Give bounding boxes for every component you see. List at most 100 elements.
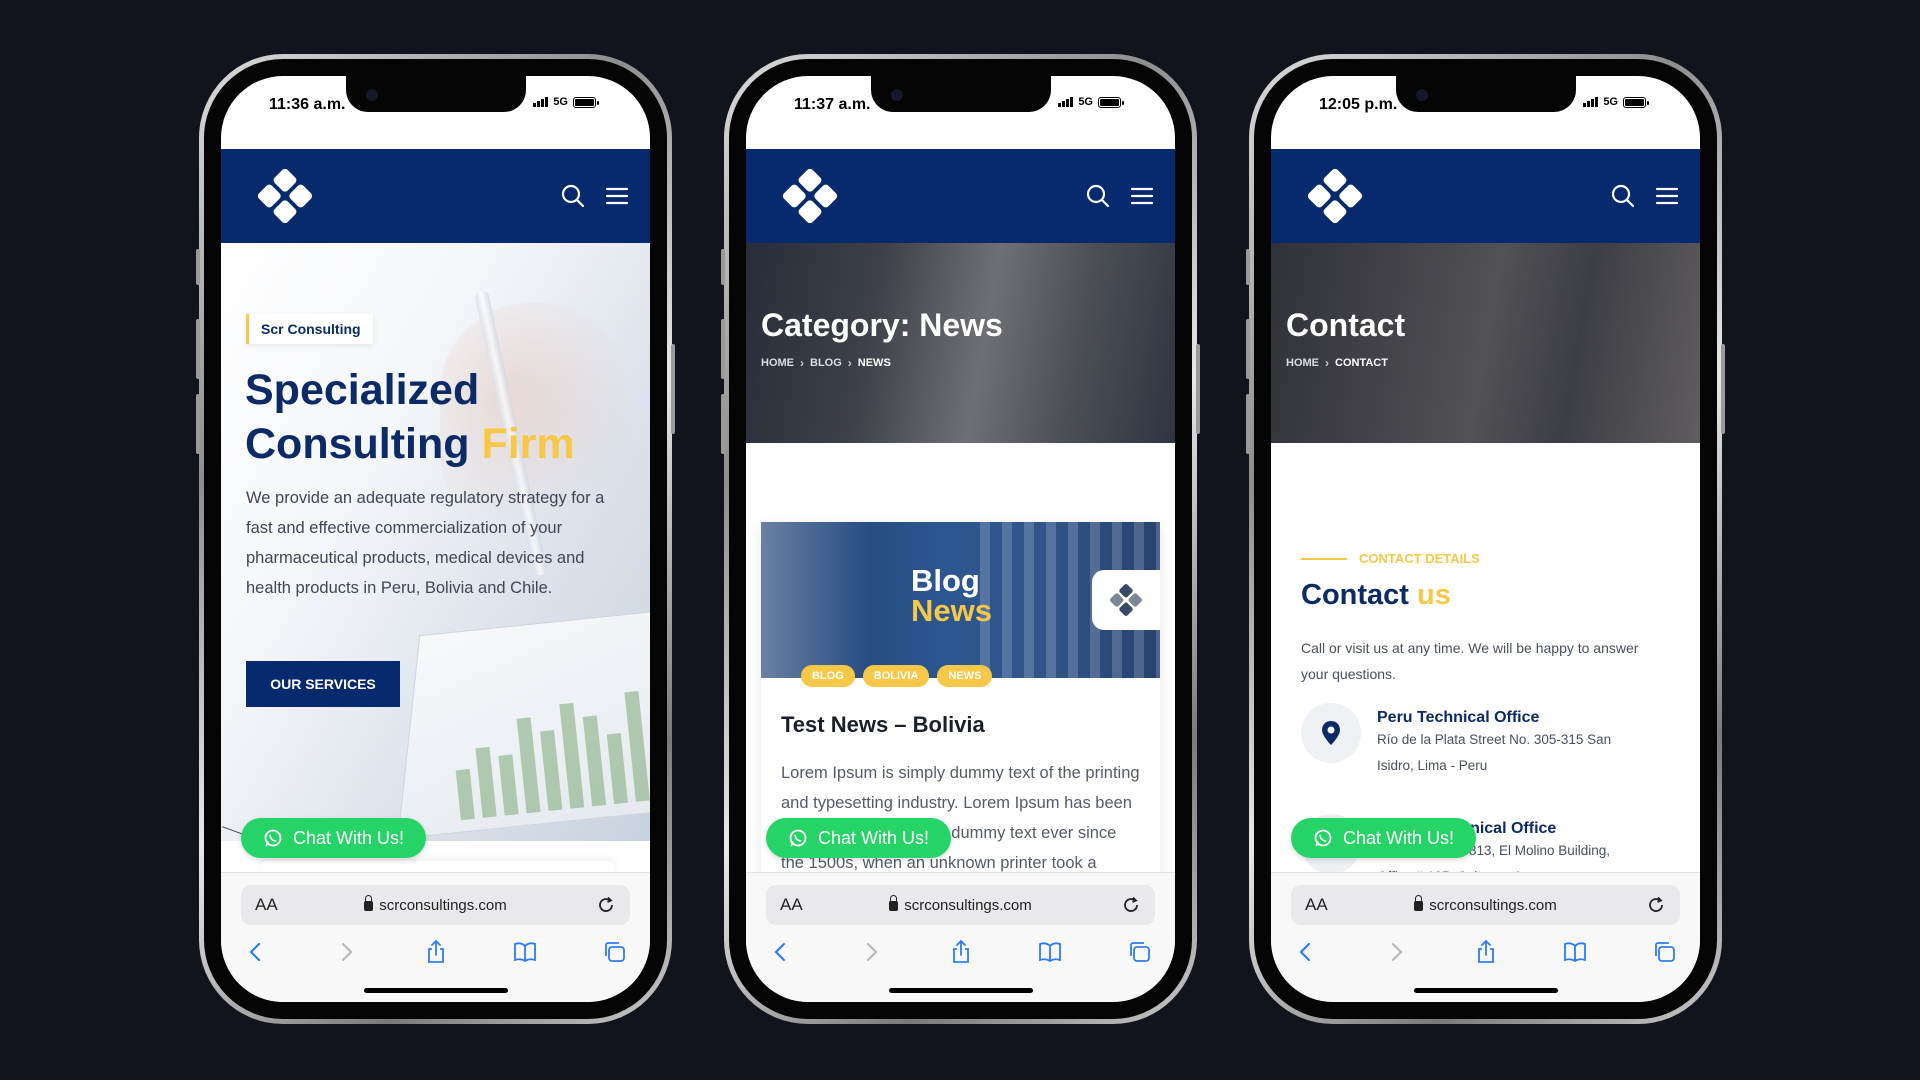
share-icon[interactable]: [948, 939, 974, 965]
safari-toolbar: AA scrconsultings.com: [1271, 872, 1700, 1002]
phone-screen: 12:05 p.m. 5G Contact HOME › CONTACT CON…: [1271, 76, 1700, 1002]
office-name: Peru Technical Office: [1377, 709, 1540, 726]
bookmarks-icon[interactable]: [1037, 939, 1063, 965]
hero-title-line2: Consulting: [245, 420, 470, 468]
back-icon[interactable]: [243, 939, 269, 965]
tag-bolivia[interactable]: BOLIVIA: [862, 665, 930, 687]
address-bar[interactable]: AA scrconsultings.com: [766, 885, 1155, 925]
search-icon[interactable]: [560, 183, 586, 209]
post-tags: BLOG BOLIVIA NEWS: [801, 665, 993, 687]
contact-title-main: Contact: [1301, 579, 1409, 611]
front-camera: [1415, 89, 1428, 101]
breadcrumb-blog[interactable]: BLOG: [810, 357, 842, 369]
home-indicator: [1413, 988, 1558, 993]
breadcrumb-current: CONTACT: [1335, 357, 1388, 369]
page-title: Category: News: [761, 307, 1003, 343]
reload-icon[interactable]: [1121, 895, 1141, 915]
whatsapp-chat-button[interactable]: Chat With Us!: [766, 818, 952, 858]
volume-up-button: [721, 319, 725, 379]
brand-logo-icon[interactable]: [1306, 167, 1364, 225]
status-time: 12:05 p.m.: [1319, 96, 1398, 113]
breadcrumb-home[interactable]: HOME: [761, 357, 794, 369]
site-header: [221, 149, 650, 243]
tabs-icon[interactable]: [1652, 939, 1678, 965]
hero-title-line1: Specialized: [245, 366, 480, 414]
home-indicator: [888, 988, 1033, 993]
contact-eyebrow: CONTACT DETAILS: [1301, 551, 1480, 566]
chevron-right-icon: ›: [800, 356, 804, 370]
breadcrumb-home[interactable]: HOME: [1286, 357, 1319, 369]
our-services-button[interactable]: OUR SERVICES: [246, 661, 400, 707]
forward-icon[interactable]: [858, 939, 884, 965]
tag-news[interactable]: NEWS: [937, 665, 993, 687]
hero-section: Scr Consulting Specialized Consulting Fi…: [221, 243, 650, 841]
blog-post-card[interactable]: Blog News BLOG BOLIVIA NEWS Test News – …: [761, 522, 1160, 922]
volume-down-button: [1246, 394, 1250, 454]
url-text: scrconsultings.com: [904, 896, 1032, 914]
whatsapp-chat-button[interactable]: Chat With Us!: [241, 818, 427, 858]
blog-image-title-line1: Blog: [911, 563, 980, 598]
phone-contact: 12:05 p.m. 5G Contact HOME › CONTACT CON…: [1246, 54, 1725, 1024]
image-background: [761, 522, 871, 678]
phone-frame: 11:37 a.m. 5G Category: News HOME › BLOG…: [729, 59, 1192, 1019]
page-banner: Category: News HOME › BLOG › NEWS: [746, 243, 1175, 443]
contact-eyebrow-text: CONTACT DETAILS: [1359, 551, 1480, 566]
forward-icon[interactable]: [1383, 939, 1409, 965]
text-size-button[interactable]: AA: [1305, 895, 1328, 915]
power-button: [671, 344, 675, 434]
side-button: [1246, 249, 1250, 285]
share-icon[interactable]: [423, 939, 449, 965]
post-title[interactable]: Test News – Bolivia: [781, 712, 985, 738]
whatsapp-chat-button[interactable]: Chat With Us!: [1291, 818, 1477, 858]
url-text: scrconsultings.com: [379, 896, 507, 914]
reload-icon[interactable]: [596, 895, 616, 915]
blog-post-image[interactable]: Blog News: [761, 522, 1160, 678]
search-icon[interactable]: [1085, 183, 1111, 209]
text-size-button[interactable]: AA: [780, 895, 803, 915]
address-bar[interactable]: AA scrconsultings.com: [1291, 885, 1680, 925]
status-indicators: 5G: [1583, 96, 1649, 108]
text-size-button[interactable]: AA: [255, 895, 278, 915]
breadcrumb: HOME › CONTACT: [1286, 356, 1388, 370]
blog-image-title: Blog News: [911, 563, 992, 626]
network-label: 5G: [1078, 96, 1093, 108]
status-indicators: 5G: [1058, 96, 1124, 108]
tag-blog[interactable]: BLOG: [801, 665, 855, 687]
bookmarks-icon[interactable]: [1562, 939, 1588, 965]
url-display: scrconsultings.com: [1291, 894, 1680, 914]
phone-screen: 11:36 a.m. 5G Scr Consulting Specialized…: [221, 76, 650, 1002]
whatsapp-icon: [789, 829, 807, 847]
front-camera: [890, 89, 903, 101]
location-pin-icon: [1301, 703, 1361, 763]
status-time: 11:36 a.m.: [269, 96, 346, 113]
forward-icon[interactable]: [333, 939, 359, 965]
page-title: Contact: [1286, 307, 1406, 343]
bookmarks-icon[interactable]: [512, 939, 538, 965]
eyebrow-line: [1301, 557, 1347, 560]
notch: [345, 76, 526, 112]
side-button: [721, 249, 725, 285]
menu-icon[interactable]: [604, 183, 630, 209]
brand-logo-icon[interactable]: [256, 167, 314, 225]
brand-logo-icon[interactable]: [781, 167, 839, 225]
notch: [1395, 76, 1576, 112]
power-button: [1721, 344, 1725, 434]
reload-icon[interactable]: [1646, 895, 1666, 915]
share-icon[interactable]: [1473, 939, 1499, 965]
volume-down-button: [721, 394, 725, 454]
home-indicator: [363, 988, 508, 993]
cellular-signal-icon: [1058, 97, 1074, 107]
volume-down-button: [196, 394, 200, 454]
menu-icon[interactable]: [1129, 183, 1155, 209]
back-icon[interactable]: [768, 939, 794, 965]
back-icon[interactable]: [1293, 939, 1319, 965]
search-icon[interactable]: [1610, 183, 1636, 209]
whatsapp-icon: [264, 829, 282, 847]
url-text: scrconsultings.com: [1429, 896, 1557, 914]
phone-news: 11:37 a.m. 5G Category: News HOME › BLOG…: [721, 54, 1200, 1024]
address-bar[interactable]: AA scrconsultings.com: [241, 885, 630, 925]
tabs-icon[interactable]: [1127, 939, 1153, 965]
menu-icon[interactable]: [1654, 183, 1680, 209]
hero-title-accent: Firm: [481, 420, 575, 468]
tabs-icon[interactable]: [602, 939, 628, 965]
